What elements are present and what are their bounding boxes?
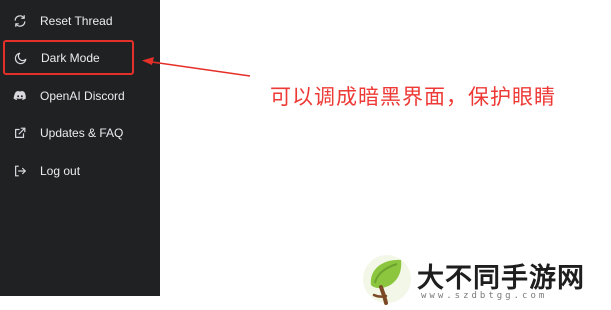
leaf-logo-icon bbox=[363, 255, 411, 305]
watermark: 大不同手游网 www.szdbtgg.com bbox=[359, 252, 609, 308]
discord-icon bbox=[12, 88, 28, 104]
refresh-icon bbox=[12, 13, 28, 29]
sidebar-item-openai-discord[interactable]: OpenAI Discord bbox=[4, 78, 152, 113]
sidebar-item-label: Reset Thread bbox=[40, 13, 113, 28]
sidebar-item-updates-faq[interactable]: Updates & FAQ bbox=[4, 115, 152, 150]
watermark-title: 大不同手游网 bbox=[417, 263, 585, 294]
logout-icon bbox=[12, 163, 28, 179]
moon-icon bbox=[13, 50, 29, 66]
sidebar-item-log-out[interactable]: Log out bbox=[4, 153, 152, 188]
sidebar-item-dark-mode[interactable]: Dark Mode bbox=[3, 40, 134, 75]
sidebar-item-label: Dark Mode bbox=[41, 50, 100, 65]
sidebar-item-label: Updates & FAQ bbox=[40, 125, 124, 140]
watermark-url: www.szdbtgg.com bbox=[421, 291, 548, 301]
sidebar-item-reset-thread[interactable]: Reset Thread bbox=[4, 3, 152, 38]
external-link-icon bbox=[12, 125, 28, 141]
sidebar-item-label: OpenAI Discord bbox=[40, 88, 125, 103]
annotation-arrow bbox=[142, 57, 251, 77]
sidebar-item-label: Log out bbox=[40, 163, 81, 178]
annotation-text: 可以调成暗黑界面，保护眼睛 bbox=[270, 85, 556, 109]
sidebar: Reset Thread Dark Mode OpenAI Discord Up… bbox=[0, 0, 160, 296]
